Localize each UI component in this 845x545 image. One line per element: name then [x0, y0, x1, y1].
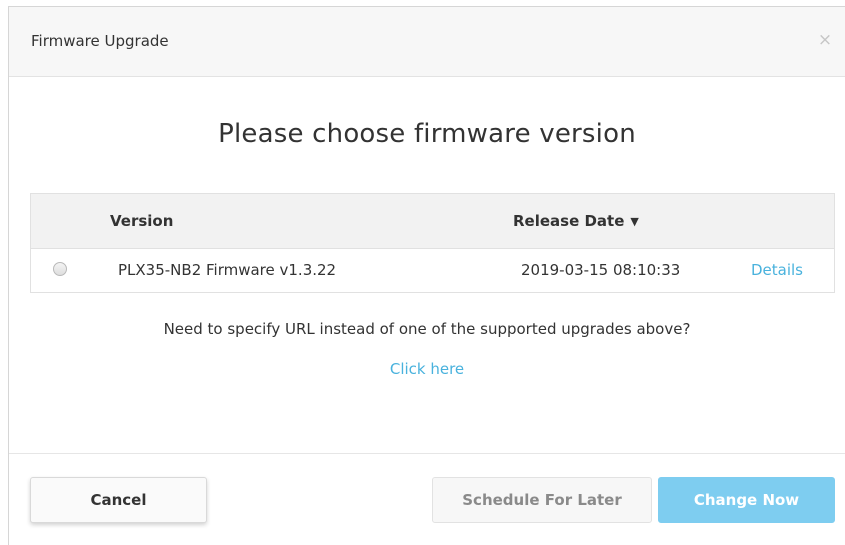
- firmware-versions-table: Version Release Date ▼ PLX35-NB2 Firmware…: [30, 193, 835, 293]
- footer-divider: [9, 453, 845, 454]
- cancel-button[interactable]: Cancel: [30, 477, 207, 523]
- sort-descending-icon[interactable]: ▼: [630, 215, 638, 228]
- column-header-version: Version: [110, 212, 174, 230]
- release-date-label: Release Date: [513, 212, 625, 230]
- firmware-upgrade-dialog: Firmware Upgrade × Please choose firmwar…: [8, 6, 845, 545]
- dialog-title: Firmware Upgrade: [31, 32, 169, 50]
- release-date-cell: 2019-03-15 08:10:33: [521, 261, 681, 279]
- firmware-version-cell: PLX35-NB2 Firmware v1.3.22: [118, 261, 337, 279]
- details-link[interactable]: Details: [751, 261, 803, 279]
- firmware-select-radio[interactable]: [53, 262, 67, 276]
- custom-url-link[interactable]: Click here: [9, 360, 845, 378]
- column-header-release-date[interactable]: Release Date ▼: [513, 212, 639, 230]
- table-row: PLX35-NB2 Firmware v1.3.22 2019-03-15 08…: [31, 249, 834, 292]
- dialog-header: Firmware Upgrade ×: [9, 7, 845, 77]
- change-now-button[interactable]: Change Now: [658, 477, 835, 523]
- schedule-for-later-button[interactable]: Schedule For Later: [432, 477, 652, 523]
- page-heading: Please choose firmware version: [218, 119, 636, 149]
- table-header: Version Release Date ▼: [31, 194, 834, 249]
- custom-url-question: Need to specify URL instead of one of th…: [163, 320, 691, 338]
- close-icon[interactable]: ×: [815, 30, 835, 50]
